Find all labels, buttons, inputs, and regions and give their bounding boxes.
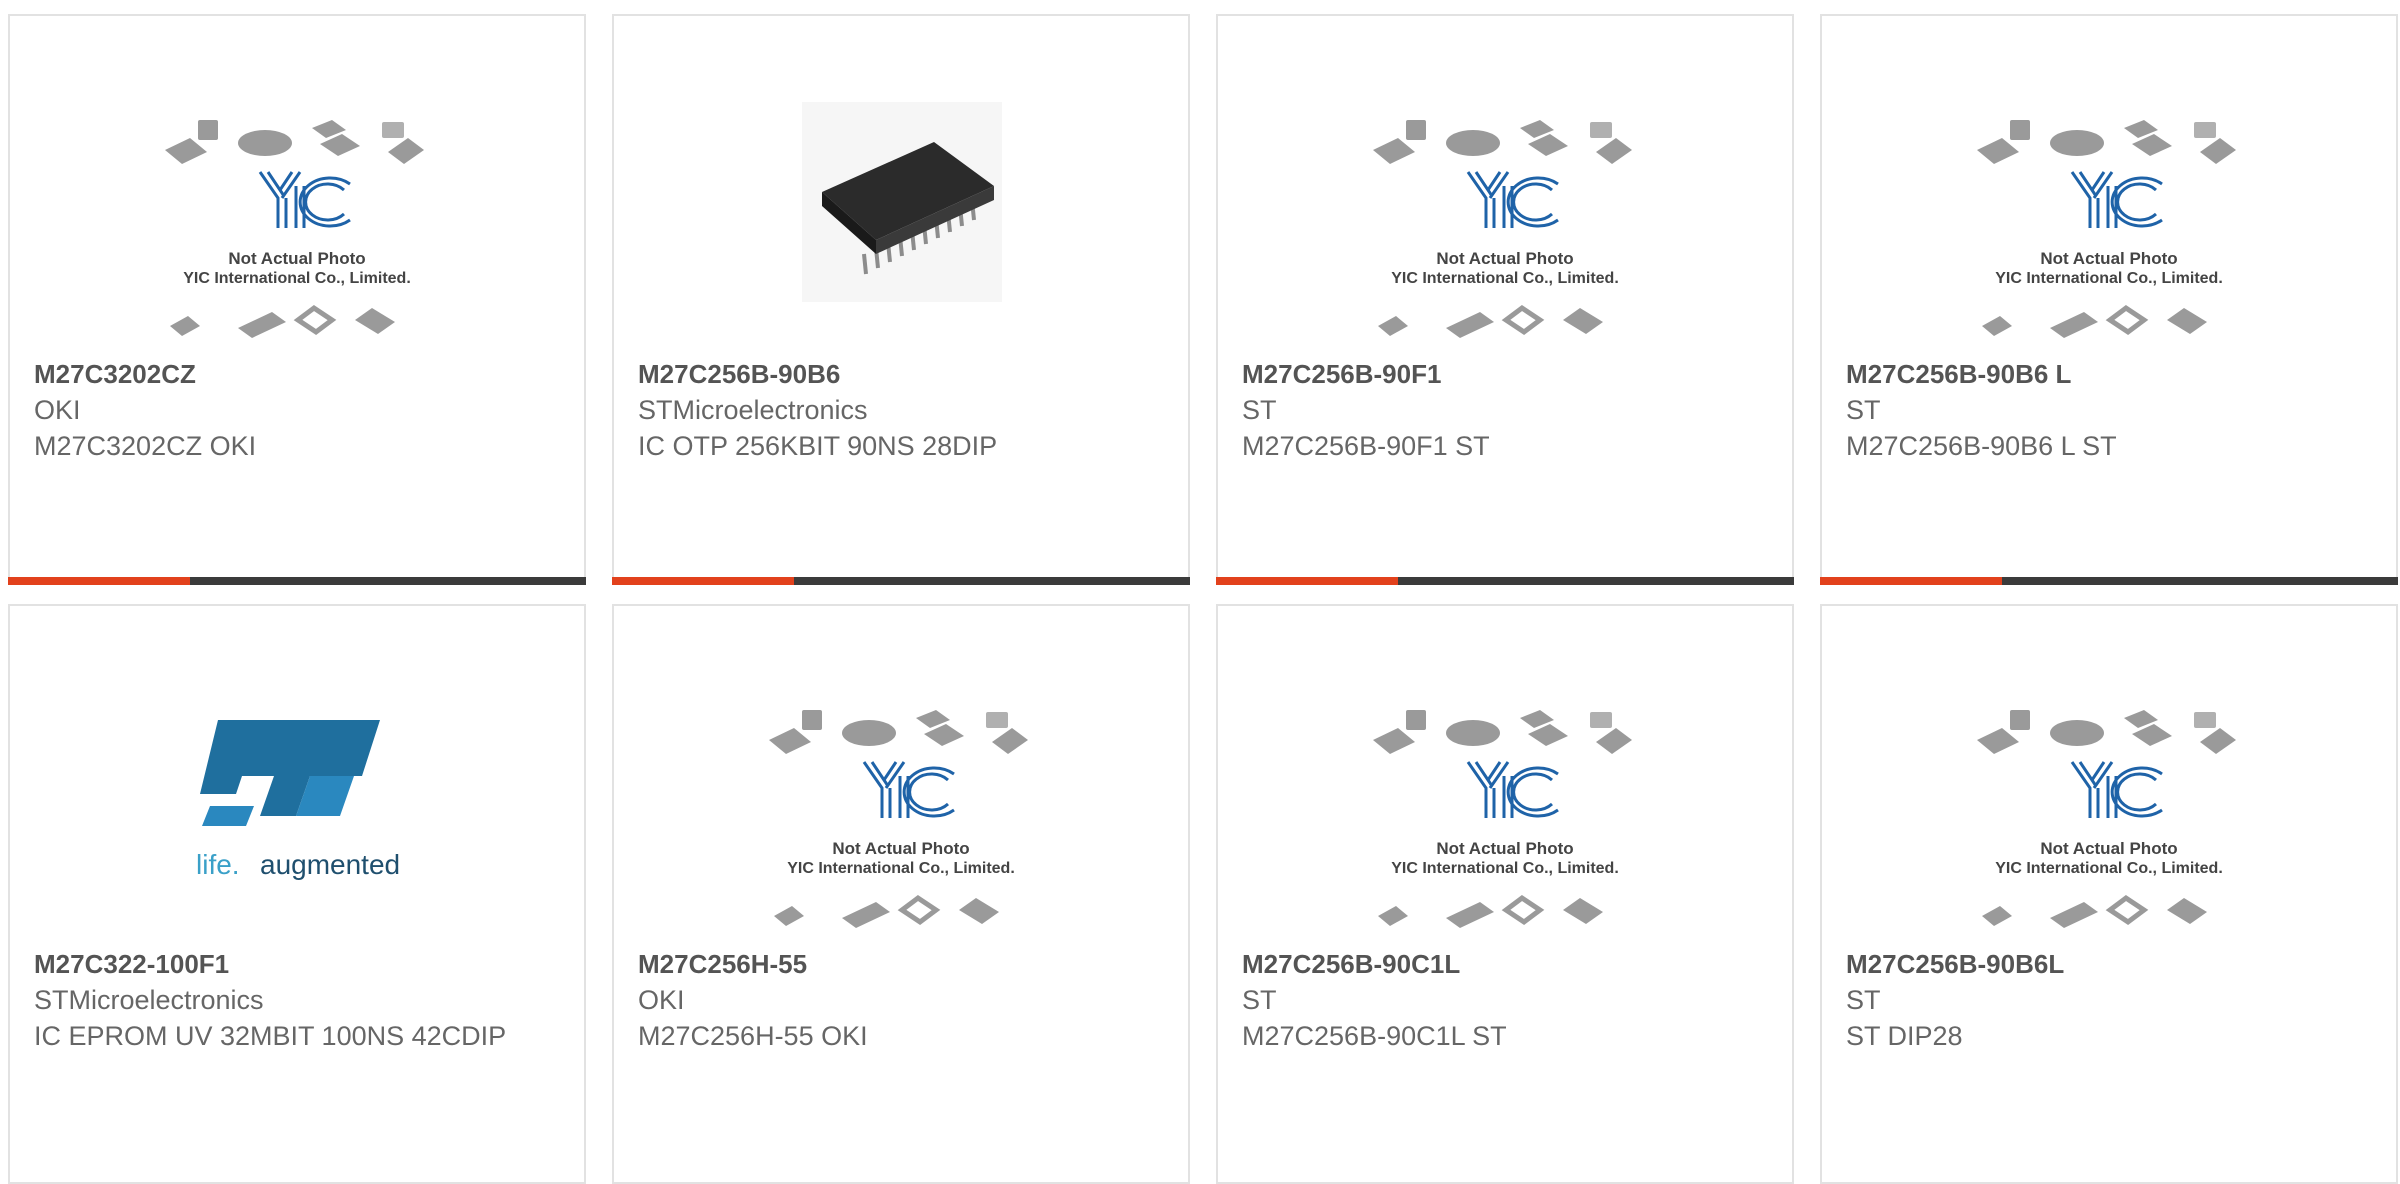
part-number[interactable]: M27C256H-55 — [638, 946, 1158, 982]
description: IC OTP 256KBIT 90NS 28DIP — [638, 431, 998, 461]
product-card[interactable]: Not Actual Photo YIC International Co., … — [612, 604, 1190, 1184]
product-image-placeholder: Not Actual Photo YIC International Co., … — [614, 676, 1188, 956]
svg-text:Not Actual Photo: Not Actual Photo — [1436, 839, 1573, 858]
product-image-placeholder: Not Actual Photo YIC International Co., … — [1218, 86, 1792, 366]
product-card[interactable]: Not Actual Photo YIC International Co., … — [1216, 14, 1794, 585]
product-image-placeholder: Not Actual Photo YIC International Co., … — [10, 86, 584, 366]
card-accent-bar — [612, 577, 1190, 585]
svg-text:YIC International Co., Limited: YIC International Co., Limited. — [1391, 270, 1619, 287]
description: M27C256B-90B6 L ST — [1846, 431, 2117, 461]
card-accent-bar — [8, 577, 586, 585]
part-number[interactable]: M27C256B-90B6L — [1846, 946, 2366, 982]
manufacturer: ST — [1846, 985, 1881, 1015]
product-image-st-logo: life. augmented — [10, 676, 584, 956]
description: M27C3202CZ OKI — [34, 431, 257, 461]
description: IC EPROM UV 32MBIT 100NS 42CDIP — [34, 1021, 507, 1051]
product-grid: Not Actual Photo YIC International Co., … — [0, 0, 2400, 1184]
card-accent-bar — [1216, 577, 1794, 585]
svg-text:YIC International Co., Limited: YIC International Co., Limited. — [1995, 860, 2223, 877]
product-image-placeholder: Not Actual Photo YIC International Co., … — [1218, 676, 1792, 956]
part-number[interactable]: M27C256B-90F1 — [1242, 356, 1762, 392]
svg-text:YIC International Co., Limited: YIC International Co., Limited. — [1995, 270, 2223, 287]
manufacturer: OKI — [638, 985, 685, 1015]
product-image-placeholder: Not Actual Photo YIC International Co., … — [1822, 86, 2396, 366]
description: M27C256B-90C1L ST — [1242, 1021, 1507, 1051]
part-number[interactable]: M27C256B-90C1L — [1242, 946, 1762, 982]
part-number[interactable]: M27C322-100F1 — [34, 946, 554, 982]
product-image-dip-chip — [614, 86, 1188, 366]
product-card[interactable]: M27C256B-90B6 STMicroelectronics IC OTP … — [612, 14, 1190, 585]
manufacturer: ST — [1846, 395, 1881, 425]
manufacturer: ST — [1242, 395, 1277, 425]
svg-text:YIC International Co., Limited: YIC International Co., Limited. — [787, 860, 1015, 877]
part-number[interactable]: M27C256B-90B6 — [638, 356, 1158, 392]
svg-text:Not Actual Photo: Not Actual Photo — [832, 839, 969, 858]
product-card[interactable]: Not Actual Photo YIC International Co., … — [8, 14, 586, 585]
manufacturer: STMicroelectronics — [638, 395, 868, 425]
svg-text:Not Actual Photo: Not Actual Photo — [1436, 249, 1573, 268]
svg-text:life.: life. — [196, 849, 240, 880]
svg-text:YIC International Co., Limited: YIC International Co., Limited. — [183, 270, 411, 287]
svg-text:YIC International Co., Limited: YIC International Co., Limited. — [1391, 860, 1619, 877]
description: ST DIP28 — [1846, 1021, 1963, 1051]
manufacturer: STMicroelectronics — [34, 985, 264, 1015]
description: M27C256B-90F1 ST — [1242, 431, 1490, 461]
svg-text:Not Actual Photo: Not Actual Photo — [228, 249, 365, 268]
svg-text:augmented: augmented — [260, 849, 400, 880]
svg-text:Not Actual Photo: Not Actual Photo — [2040, 839, 2177, 858]
svg-text:Not Actual Photo: Not Actual Photo — [2040, 249, 2177, 268]
card-accent-bar — [1820, 577, 2398, 585]
product-card[interactable]: Not Actual Photo YIC International Co., … — [1216, 604, 1794, 1184]
manufacturer: ST — [1242, 985, 1277, 1015]
part-number[interactable]: M27C3202CZ — [34, 356, 554, 392]
product-image-placeholder: Not Actual Photo YIC International Co., … — [1822, 676, 2396, 956]
description: M27C256H-55 OKI — [638, 1021, 868, 1051]
manufacturer: OKI — [34, 395, 81, 425]
product-card[interactable]: Not Actual Photo YIC International Co., … — [1820, 14, 2398, 585]
product-card[interactable]: Not Actual Photo YIC International Co., … — [1820, 604, 2398, 1184]
part-number[interactable]: M27C256B-90B6 L — [1846, 356, 2366, 392]
product-card[interactable]: life. augmented M27C322-100F1 STMicroele… — [8, 604, 586, 1184]
